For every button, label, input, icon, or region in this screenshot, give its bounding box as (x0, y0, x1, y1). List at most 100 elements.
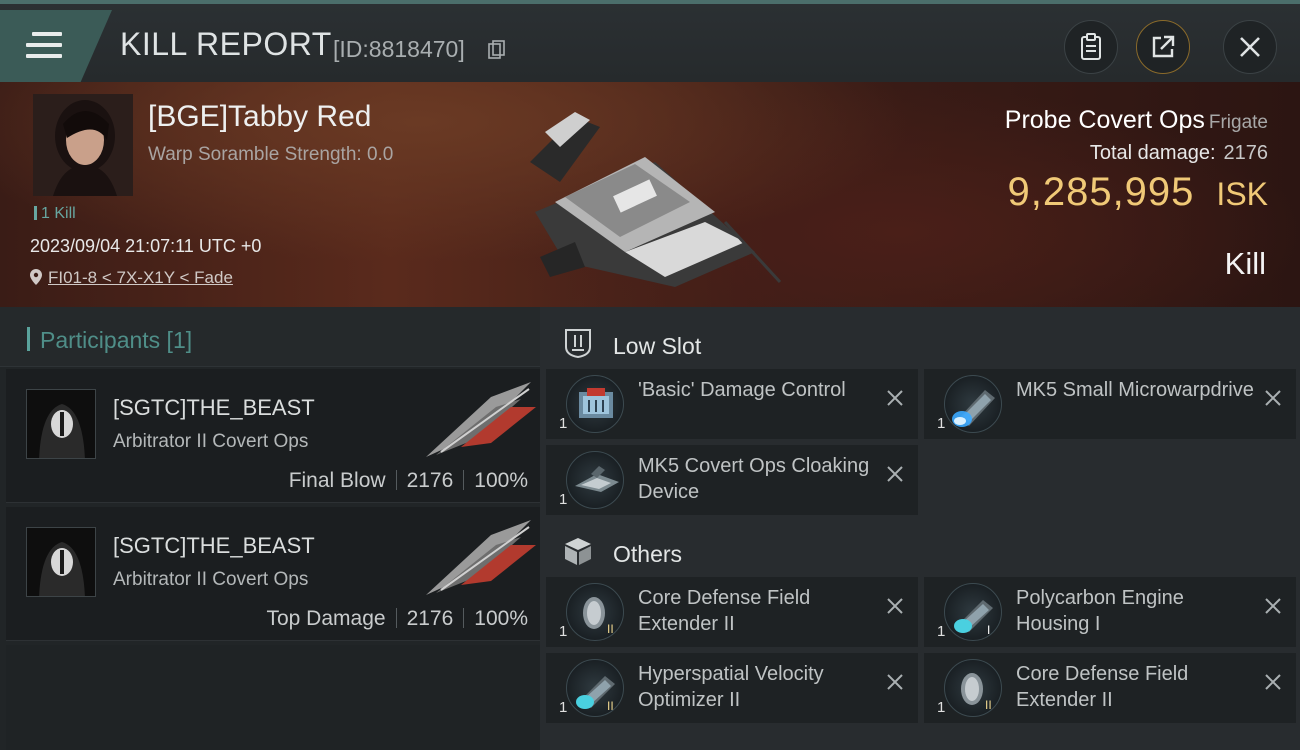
victim-portrait[interactable] (33, 94, 133, 196)
participant-name[interactable]: [SGTC]THE_BEAST (113, 395, 315, 421)
victim-ship-image[interactable] (505, 102, 795, 292)
participants-title: Participants [1] (40, 327, 193, 353)
kill-count-label: 1 Kill (41, 205, 76, 222)
copy-icon[interactable] (488, 40, 506, 60)
close-icon (1240, 37, 1260, 57)
participants-panel: Participants [1] [SGTC]THE_BEAST Arbitra… (0, 307, 540, 750)
module-item[interactable]: II 1 Core Defense Field Extender II (546, 577, 918, 647)
velocity-rig-icon: II (566, 659, 624, 717)
isk-value-line: 9,285,995 ISK (1007, 170, 1268, 215)
menu-button[interactable] (0, 10, 112, 82)
close-icon[interactable] (886, 389, 904, 407)
module-name: Hyperspatial Velocity Optimizer II (638, 663, 824, 711)
module-quantity: 1 (937, 699, 946, 716)
participant-row[interactable]: [SGTC]THE_BEAST Arbitrator II Covert Ops… (6, 369, 540, 503)
module-name: MK5 Covert Ops Cloaking Device (638, 455, 870, 503)
close-icon[interactable] (886, 597, 904, 615)
kill-count: 1 Kill (34, 205, 76, 223)
clipboard-button[interactable] (1064, 20, 1118, 74)
module-quantity: 1 (559, 491, 568, 508)
participant-damage: 2176 (406, 607, 454, 630)
victim-name[interactable]: [BGE]Tabby Red (148, 100, 371, 134)
module-name: Core Defense Field Extender II (1016, 663, 1189, 711)
participant-avatar[interactable] (26, 527, 96, 597)
module-name: Polycarbon Engine Housing I (1016, 587, 1184, 635)
participant-role: Final Blow (288, 469, 386, 492)
module-item[interactable]: 1 MK5 Small Microwarpdrive (924, 369, 1296, 439)
share-icon (1152, 35, 1175, 58)
clipboard-icon (1081, 33, 1101, 60)
participant-role: Top Damage (266, 607, 386, 630)
module-quantity: 1 (937, 623, 946, 640)
participant-ship-image[interactable] (421, 377, 541, 461)
victim-ship-line: Probe Covert Ops Frigate (1005, 106, 1268, 135)
participant-ship-image[interactable] (421, 515, 541, 599)
others-section-header: Others (540, 521, 1300, 579)
total-damage-value: 2176 (1223, 142, 1269, 164)
share-button[interactable] (1136, 20, 1190, 74)
participants-empty-space (6, 645, 540, 750)
total-damage-label: Total damage: (1089, 142, 1216, 164)
close-icon[interactable] (1264, 389, 1282, 407)
victim-banner: [BGE]Tabby Red Warp Soramble Strength: 0… (0, 82, 1300, 307)
participant-damage: 2176 (406, 469, 454, 492)
close-icon[interactable] (1264, 673, 1282, 691)
isk-unit: ISK (1216, 176, 1268, 212)
low-slot-section-header: Low Slot (540, 313, 1300, 371)
participant-percent: 100% (474, 607, 528, 630)
participant-avatar[interactable] (26, 389, 96, 459)
page-title: KILL REPORT (120, 26, 332, 62)
total-damage: Total damage: 2176 (1090, 142, 1268, 165)
location-link[interactable]: FI01-8 < 7X-X1Y < Fade (48, 268, 233, 287)
damage-control-icon (566, 375, 624, 433)
participant-name[interactable]: [SGTC]THE_BEAST (113, 533, 315, 559)
cloaking-device-icon (566, 451, 624, 509)
kill-result-label: Kill (1224, 246, 1266, 281)
module-name: 'Basic' Damage Control (638, 379, 846, 401)
module-quantity: 1 (937, 415, 946, 432)
participant-stats: Top Damage 2176 100% (266, 607, 528, 631)
svg-text:II: II (985, 698, 992, 712)
svg-text:II: II (607, 699, 614, 713)
victim-ship-name[interactable]: Probe Covert Ops (1005, 106, 1205, 134)
module-item[interactable]: 1 MK5 Covert Ops Cloaking Device (546, 445, 918, 515)
cube-icon (565, 538, 591, 565)
module-item[interactable]: II 1 Core Defense Field Extender II (924, 653, 1296, 723)
close-icon[interactable] (886, 465, 904, 483)
shield-rig-icon: II (944, 659, 1002, 717)
isk-value: 9,285,995 (1007, 170, 1195, 214)
participant-row[interactable]: [SGTC]THE_BEAST Arbitrator II Covert Ops… (6, 507, 540, 641)
kill-location[interactable]: FI01-8 < 7X-X1Y < Fade (30, 268, 233, 288)
close-icon[interactable] (886, 673, 904, 691)
others-label: Others (613, 541, 683, 567)
svg-text:II: II (607, 622, 614, 636)
top-bar: KILL REPORT [ID:8818470] (0, 0, 1300, 82)
microwarpdrive-icon (944, 375, 1002, 433)
module-item[interactable]: I 1 Polycarbon Engine Housing I (924, 577, 1296, 647)
kill-datetime: 2023/09/04 21:07:11 UTC +0 (30, 236, 262, 256)
victim-ship-class: Frigate (1208, 112, 1268, 133)
fitting-panel: Low Slot 1 'Basic' Damage Control 1 MK5 … (540, 307, 1300, 750)
svg-text:I: I (987, 623, 990, 637)
participants-header: Participants [1] (0, 307, 540, 367)
low-slot-icon (565, 329, 591, 359)
close-button[interactable] (1223, 20, 1277, 74)
module-item[interactable]: 1 'Basic' Damage Control (546, 369, 918, 439)
module-item[interactable]: II 1 Hyperspatial Velocity Optimizer II (546, 653, 918, 723)
participant-ship: Arbitrator II Covert Ops (113, 431, 309, 452)
module-quantity: 1 (559, 699, 568, 716)
shield-rig-icon: II (566, 583, 624, 641)
module-quantity: 1 (559, 623, 568, 640)
low-slot-label: Low Slot (613, 333, 702, 359)
hamburger-icon (26, 32, 62, 58)
warp-scramble-strength: Warp Soramble Strength: 0.0 (148, 144, 394, 165)
module-name: MK5 Small Microwarpdrive (1016, 379, 1254, 401)
participant-percent: 100% (474, 469, 528, 492)
report-id: [ID:8818470] (333, 36, 465, 62)
module-name: Core Defense Field Extender II (638, 587, 811, 635)
participant-ship: Arbitrator II Covert Ops (113, 569, 309, 590)
location-pin-icon (30, 269, 42, 285)
close-icon[interactable] (1264, 597, 1282, 615)
participant-stats: Final Blow 2176 100% (289, 469, 528, 493)
module-quantity: 1 (559, 415, 568, 432)
